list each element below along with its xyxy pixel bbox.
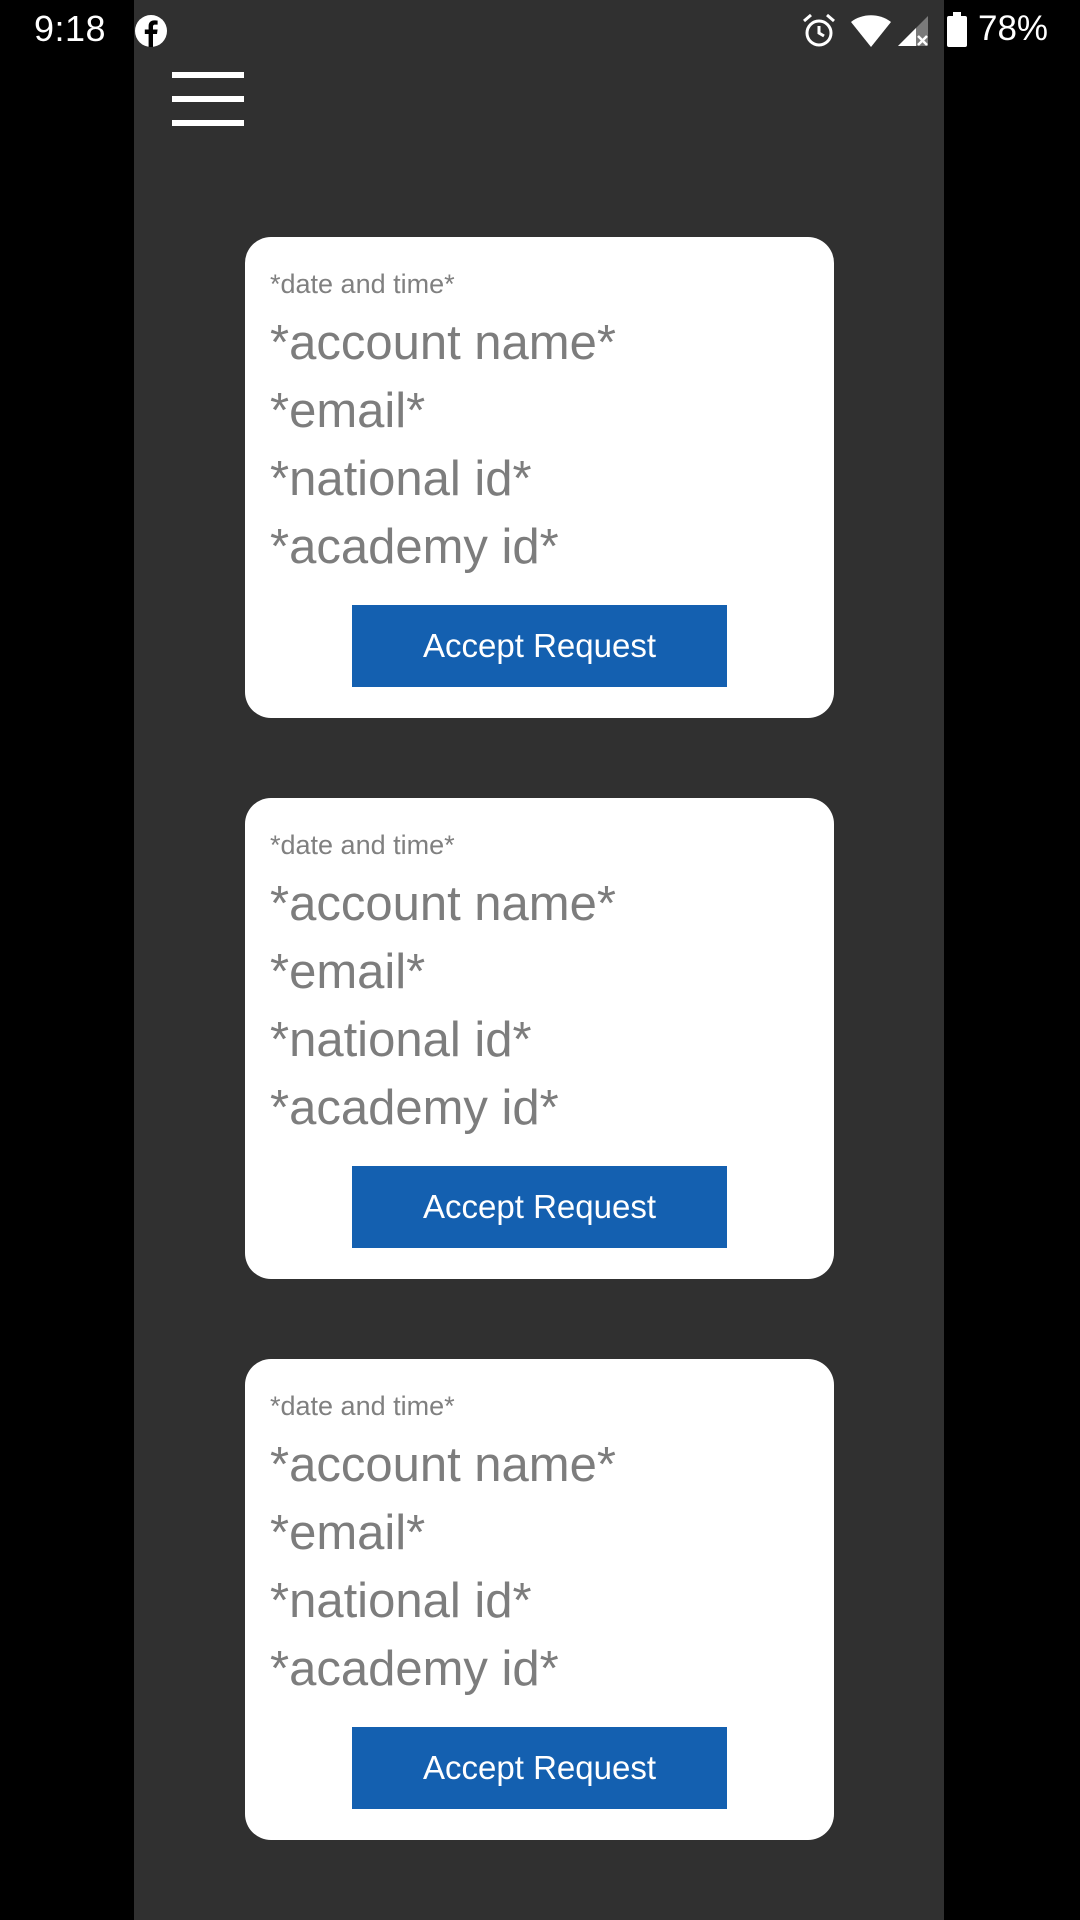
accept-request-button[interactable]: Accept Request [352, 605, 727, 687]
request-account-name: *account name* [270, 1438, 616, 1492]
request-email: *email* [270, 1506, 426, 1560]
accept-request-button[interactable]: Accept Request [352, 1727, 727, 1809]
request-account-name: *account name* [270, 877, 616, 931]
screen: 9:18 78% *date and time* *account name* … [0, 0, 1080, 1920]
request-national-id: *national id* [270, 1013, 532, 1067]
facebook-icon [135, 15, 167, 47]
request-account-name: *account name* [270, 316, 616, 370]
battery-icon [947, 12, 967, 47]
menu-bar-line [172, 96, 244, 102]
request-email: *email* [270, 384, 426, 438]
request-card: *date and time* *account name* *email* *… [245, 798, 834, 1279]
hamburger-menu-icon[interactable] [172, 72, 246, 128]
request-email: *email* [270, 945, 426, 999]
battery-percentage: 78% [978, 9, 1049, 48]
request-date-time: *date and time* [270, 830, 455, 860]
request-academy-id: *academy id* [270, 1642, 559, 1696]
alarm-icon [803, 13, 835, 47]
signal-icon [898, 16, 928, 46]
request-date-time: *date and time* [270, 269, 455, 299]
status-bar: 9:18 78% [0, 0, 1080, 62]
status-time: 9:18 [34, 8, 107, 49]
request-card: *date and time* *account name* *email* *… [245, 1359, 834, 1840]
request-date-time: *date and time* [270, 1391, 455, 1421]
menu-bar-line [172, 72, 244, 78]
menu-bar-line [172, 120, 244, 126]
accept-request-button[interactable]: Accept Request [352, 1166, 727, 1248]
request-academy-id: *academy id* [270, 520, 559, 574]
request-national-id: *national id* [270, 1574, 532, 1628]
request-national-id: *national id* [270, 452, 532, 506]
wifi-icon [851, 15, 891, 47]
request-card: *date and time* *account name* *email* *… [245, 237, 834, 718]
request-academy-id: *academy id* [270, 1081, 559, 1135]
